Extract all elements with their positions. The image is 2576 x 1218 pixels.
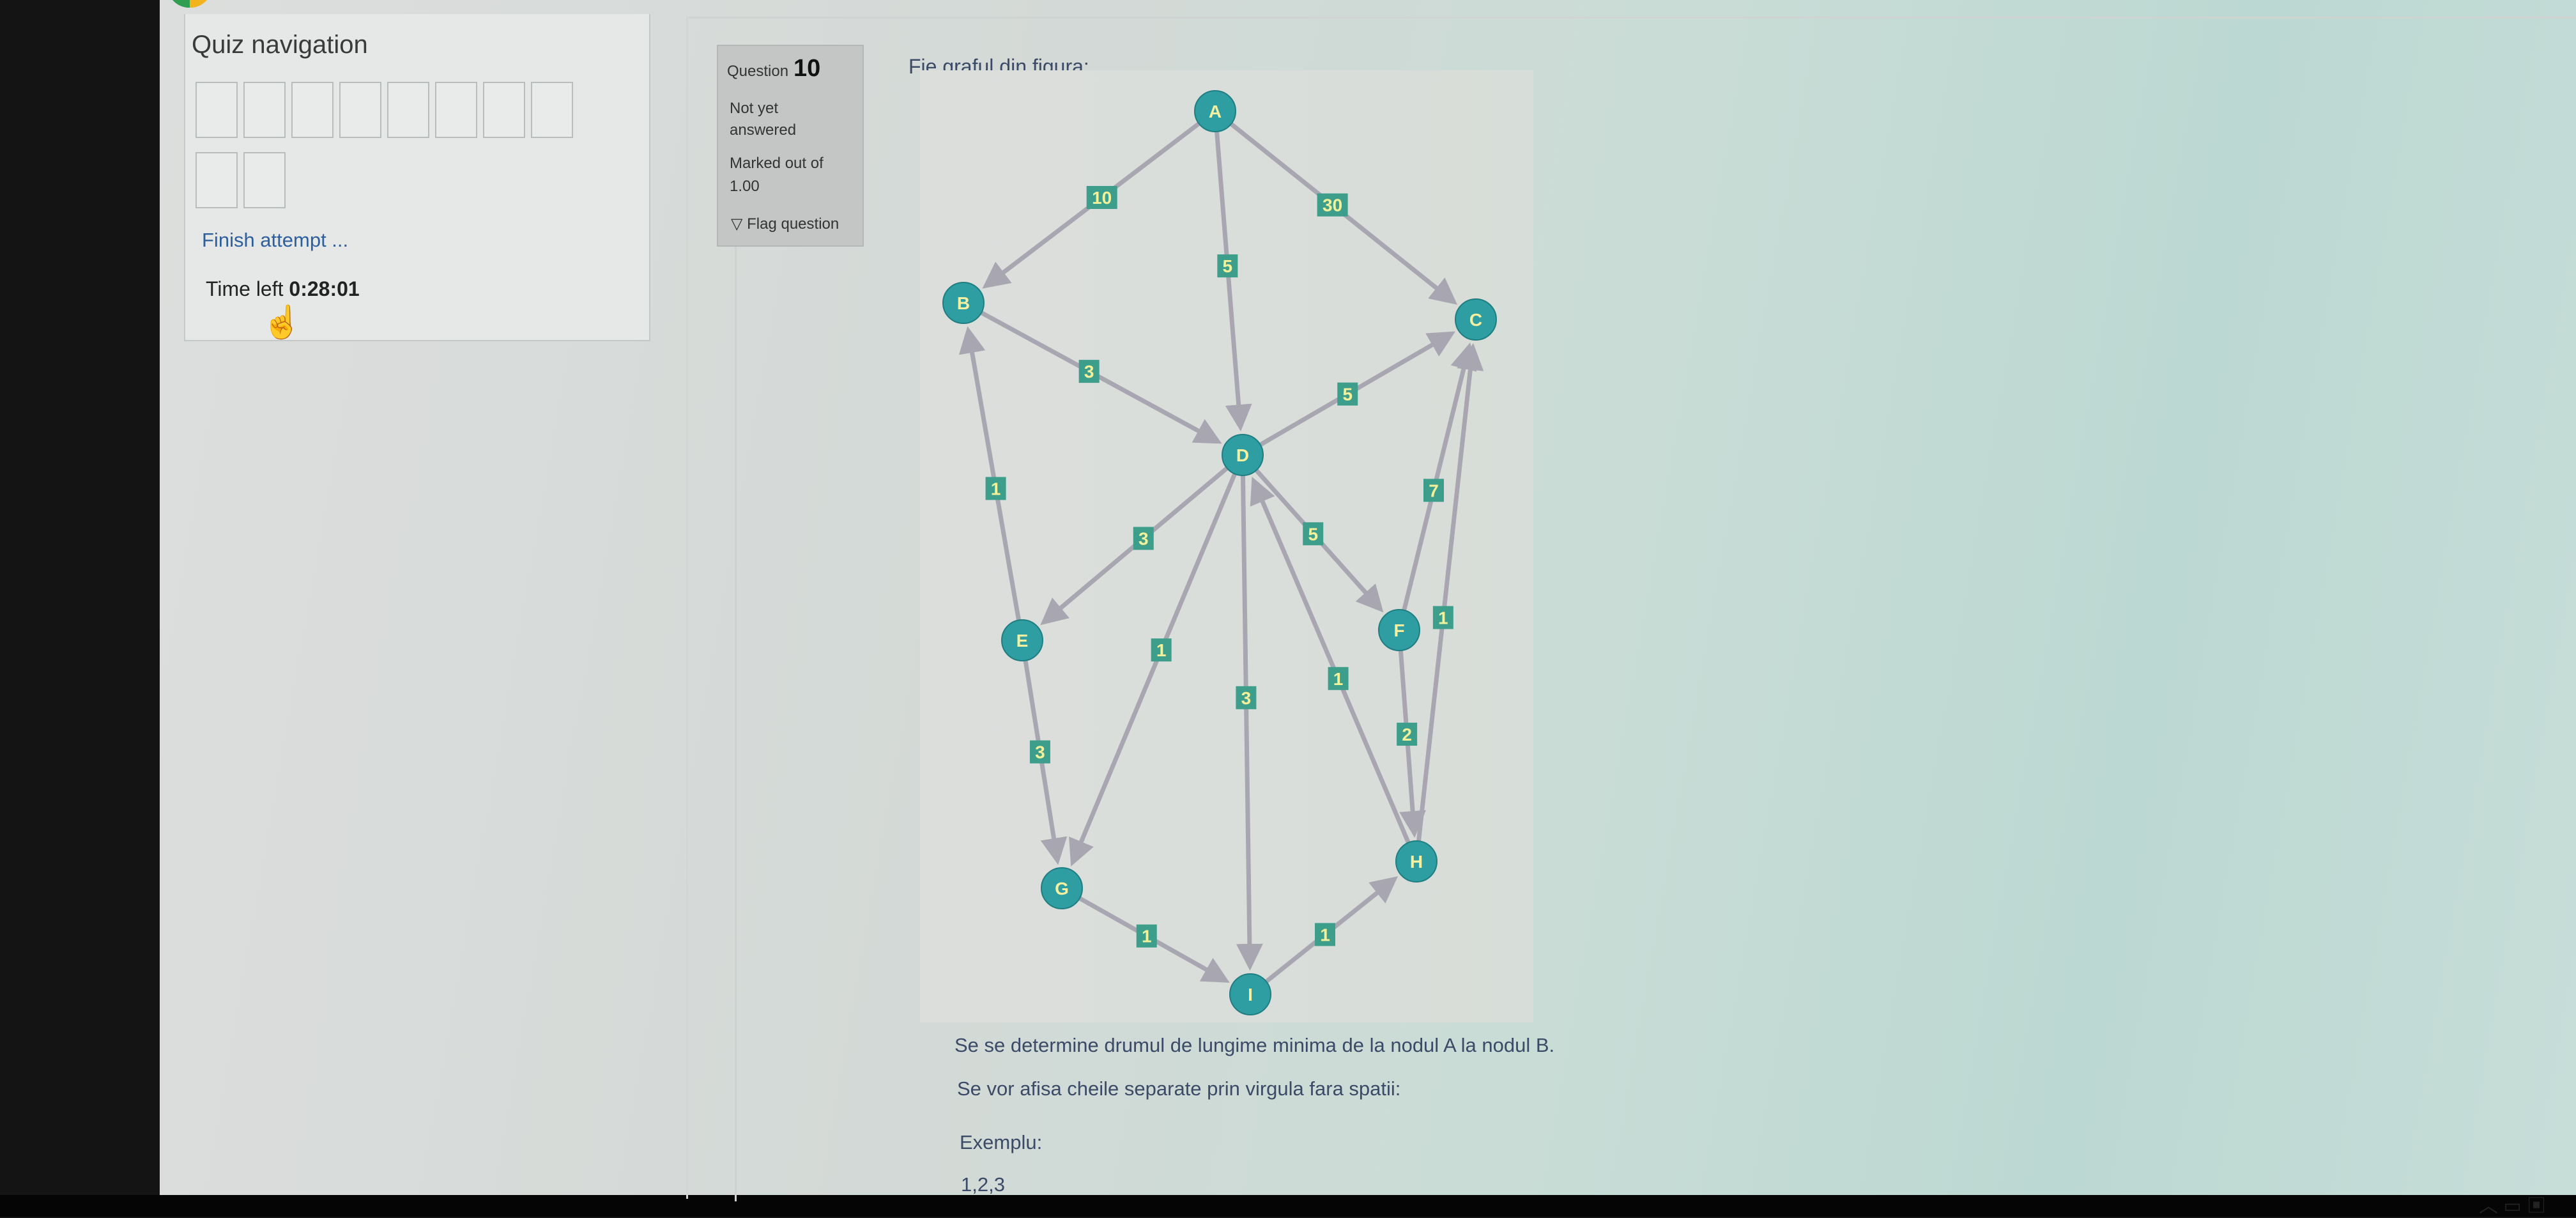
edge-weight-A-D: 5 xyxy=(1217,254,1238,278)
edge-weight-D-G: 1 xyxy=(1151,638,1172,662)
quiz-nav-question-box[interactable] xyxy=(243,152,286,208)
question-paragraph-2: Se vor afisa cheile separate prin virgul… xyxy=(957,1077,1401,1100)
chevron-up-icon[interactable]: ︿ xyxy=(2479,1196,2498,1217)
quiz-nav-question-box[interactable] xyxy=(195,82,238,138)
svg-text:5: 5 xyxy=(1342,385,1353,405)
svg-text:5: 5 xyxy=(1308,524,1318,544)
graph-node-B: B xyxy=(942,282,985,324)
svg-text:1: 1 xyxy=(1320,925,1330,944)
network-icon[interactable]: ▭ xyxy=(2503,1196,2521,1217)
svg-text:I: I xyxy=(1248,985,1253,1005)
edge-weight-F-C: 7 xyxy=(1423,479,1444,502)
svg-text:F: F xyxy=(1393,621,1404,640)
edge-weight-D-E: 3 xyxy=(1133,527,1154,550)
graph-node-A: A xyxy=(1194,90,1236,132)
edge-weight-H-C: 1 xyxy=(1432,606,1453,629)
graph-node-D: D xyxy=(1222,434,1264,476)
edge-weight-E-B: 1 xyxy=(985,477,1006,500)
graph-node-C: C xyxy=(1455,298,1497,341)
svg-text:30: 30 xyxy=(1322,196,1342,215)
edge-weight-E-G: 3 xyxy=(1029,740,1050,764)
hand-cursor-icon: ☝ xyxy=(262,304,302,340)
edge-weight-D-C: 5 xyxy=(1337,382,1358,406)
graph-figure: 10 5 30 3 5 1 3 5 7 1 1 1 3 2 3 1 1 A B C D E F G H I xyxy=(942,90,1497,1015)
quiz-nav-question-box[interactable] xyxy=(339,82,381,138)
edge-weight-H-D: 1 xyxy=(1328,667,1349,690)
graph-node-H: H xyxy=(1395,840,1438,883)
svg-text:G: G xyxy=(1055,879,1069,898)
svg-text:2: 2 xyxy=(1402,725,1412,744)
quiz-nav-question-box[interactable] xyxy=(483,82,525,138)
quiz-navigation-title: Quiz navigation xyxy=(192,31,368,59)
question-paragraph-1: Se se determine drumul de lungime minima… xyxy=(954,1034,1555,1056)
svg-text:1: 1 xyxy=(991,479,1001,498)
edge-weight-B-D: 3 xyxy=(1078,360,1100,383)
graph-edge-D-I xyxy=(1236,475,1263,971)
edge-weight-D-F: 5 xyxy=(1303,522,1324,546)
graph-edge-H-C xyxy=(1416,343,1484,842)
question-marks: Marked out of xyxy=(730,155,824,172)
svg-text:A: A xyxy=(1209,102,1222,121)
question-paragraph-3: Exemplu: xyxy=(960,1131,1043,1153)
graph-edge-B-D xyxy=(980,311,1222,444)
quiz-nav-question-box[interactable] xyxy=(387,82,429,138)
svg-text:D: D xyxy=(1236,445,1249,465)
time-left: Time left 0:28:01 xyxy=(206,277,360,301)
finish-attempt-link[interactable]: Finish attempt ... xyxy=(202,229,348,252)
svg-text:H: H xyxy=(1410,852,1423,872)
quiz-nav-question-box[interactable] xyxy=(195,152,238,208)
svg-text:1: 1 xyxy=(1156,640,1167,660)
svg-text:5: 5 xyxy=(1223,256,1233,276)
svg-text:3: 3 xyxy=(1084,362,1094,382)
quiz-nav-question-box[interactable] xyxy=(243,82,286,138)
quiz-nav-question-box[interactable] xyxy=(531,82,573,138)
graph-edge-E-B xyxy=(958,326,1021,621)
question-label: Question xyxy=(727,63,789,80)
svg-text:1: 1 xyxy=(1333,669,1344,689)
question-paragraph-4: 1,2,3 xyxy=(961,1173,1005,1196)
content-border xyxy=(686,17,2576,19)
graph-node-I: I xyxy=(1229,973,1271,1015)
content-border-left xyxy=(686,17,688,1199)
time-left-label: Time left xyxy=(206,277,289,300)
question-marks-value: 1.00 xyxy=(730,178,760,195)
edge-weight-A-C: 30 xyxy=(1317,193,1348,217)
svg-text:3: 3 xyxy=(1241,688,1252,708)
graph-edge-A-D xyxy=(1215,131,1252,432)
system-tray: ︿ ▭ ▣ xyxy=(2479,1190,2546,1218)
svg-text:1: 1 xyxy=(1438,608,1448,628)
graph-node-G: G xyxy=(1041,867,1083,909)
quiz-nav-question-box[interactable] xyxy=(291,82,334,138)
question-info-box: Question 10 Not yet answered Marked out … xyxy=(717,45,864,247)
graph-edge-H-D xyxy=(1250,477,1411,844)
svg-text:B: B xyxy=(957,293,970,313)
question-status: Not yet xyxy=(730,100,779,117)
flag-question-label: Flag question xyxy=(747,215,839,233)
monitor-bezel xyxy=(0,1195,2576,1217)
question-number: 10 xyxy=(793,55,821,82)
svg-text:7: 7 xyxy=(1429,481,1439,500)
edge-weight-G-I: 1 xyxy=(1136,924,1157,948)
edge-weight-A-B: 10 xyxy=(1086,186,1117,209)
graph-node-F: F xyxy=(1378,609,1420,651)
svg-text:10: 10 xyxy=(1092,188,1112,208)
svg-text:C: C xyxy=(1469,310,1482,330)
edge-weight-I-H: 1 xyxy=(1315,923,1335,946)
graph-node-E: E xyxy=(1001,619,1043,661)
edge-weight-D-I: 3 xyxy=(1236,686,1257,709)
edge-weight-F-H: 2 xyxy=(1397,722,1418,746)
display-icon[interactable]: ▣ xyxy=(2527,1196,2546,1217)
flag-question-button[interactable]: ▽ Flag question xyxy=(731,215,839,233)
quiz-nav-question-box[interactable] xyxy=(435,82,477,138)
svg-text:E: E xyxy=(1016,631,1029,651)
flag-icon: ▽ xyxy=(731,215,747,233)
question-status-2: answered xyxy=(730,121,797,139)
svg-text:1: 1 xyxy=(1142,927,1152,946)
time-left-value: 0:28:01 xyxy=(289,277,360,300)
svg-text:3: 3 xyxy=(1138,529,1149,549)
svg-text:3: 3 xyxy=(1035,743,1045,762)
